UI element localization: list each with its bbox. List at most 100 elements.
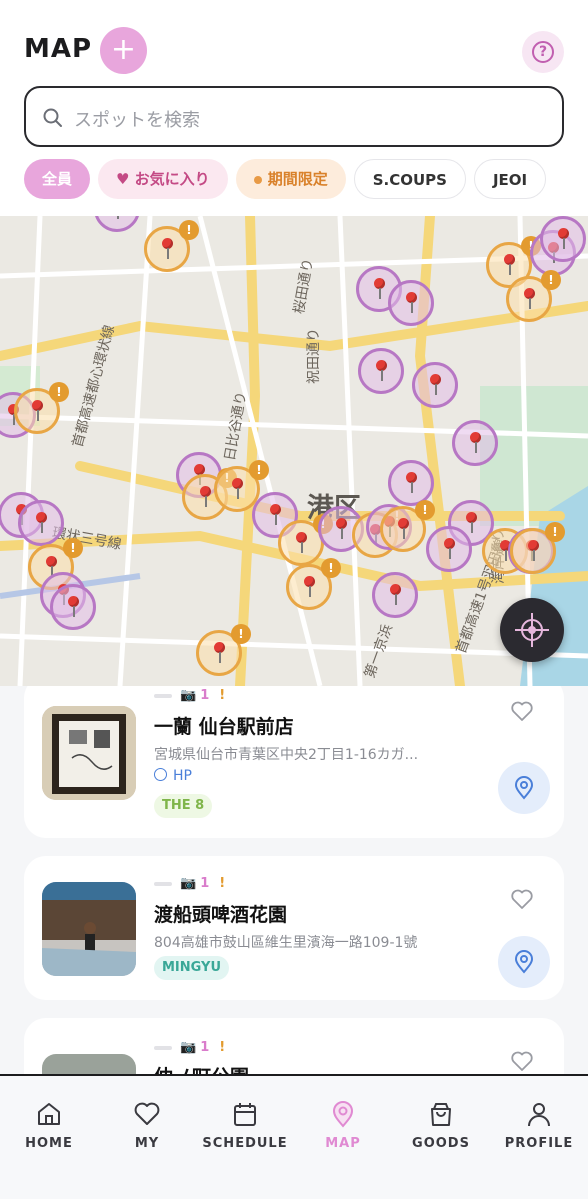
search-placeholder: スポットを検索 bbox=[74, 110, 200, 131]
map-spot-pin[interactable] bbox=[452, 420, 498, 466]
map-spot-pin[interactable] bbox=[18, 500, 64, 546]
warning-icon: ! bbox=[321, 558, 341, 578]
spot-name: 一蘭 仙台駅前店 bbox=[154, 716, 294, 738]
spot-list: 📷 1! 一蘭 仙台駅前店 宮城県仙台市青葉区中央2丁目1-16カガ... HP … bbox=[0, 686, 588, 1074]
warning-icon: ! bbox=[231, 624, 251, 644]
map-pin-icon bbox=[332, 1101, 354, 1128]
map-spot-pin[interactable]: ! bbox=[196, 624, 251, 676]
nav-home[interactable]: HOME bbox=[0, 1076, 98, 1176]
question-icon: ? bbox=[532, 41, 554, 63]
spot-name: 仲ノ町公園 bbox=[154, 1062, 249, 1074]
spot-thumbnail bbox=[42, 1054, 136, 1074]
person-icon bbox=[528, 1103, 550, 1127]
nav-schedule[interactable]: SCHEDULE bbox=[196, 1076, 294, 1176]
home-icon bbox=[38, 1103, 60, 1125]
divider bbox=[154, 693, 172, 698]
map-spot-pin[interactable] bbox=[50, 584, 96, 630]
member-tag: MINGYU bbox=[154, 956, 230, 980]
map-spot-pin[interactable]: ! bbox=[286, 558, 341, 610]
map-road-label: 祝田通り bbox=[306, 328, 322, 384]
spot-thumbnail bbox=[42, 706, 136, 800]
member-tag: THE 8 bbox=[154, 794, 213, 818]
warning-icon: ! bbox=[49, 382, 69, 402]
spot-address: 宮城県仙台市青葉区中央2丁目1-16カガ... bbox=[154, 747, 419, 763]
divider bbox=[154, 881, 172, 886]
filter-chip-label: お気に入り bbox=[134, 170, 210, 188]
map-spot-pin[interactable]: ! bbox=[380, 500, 435, 552]
spot-name: 渡船頭啤酒花園 bbox=[154, 904, 288, 926]
favorite-heart-icon[interactable] bbox=[510, 700, 534, 722]
spot-hp-link[interactable]: HP bbox=[154, 768, 192, 784]
filter-chip-jeoi[interactable]: JEOI bbox=[473, 159, 547, 199]
nav-profile[interactable]: PROFILE bbox=[490, 1076, 588, 1176]
map-spot-pin[interactable] bbox=[540, 216, 586, 262]
photo-count: 1 bbox=[200, 688, 210, 703]
dot-icon bbox=[253, 175, 262, 184]
help-button[interactable]: ? bbox=[522, 31, 564, 73]
favorite-heart-icon[interactable] bbox=[510, 888, 534, 910]
map-spot-pin[interactable]: ! bbox=[506, 270, 561, 322]
filter-chips: 全員 ♥ お気に入り 期間限定 S.COUPS JEOI bbox=[24, 159, 588, 199]
photo-count: 1 bbox=[200, 1040, 210, 1055]
spot-meta: 📷 1! bbox=[154, 876, 225, 894]
page-title: MAP bbox=[24, 34, 93, 64]
filter-chip-label: 期間限定 bbox=[267, 170, 328, 188]
calendar-icon bbox=[234, 1103, 256, 1126]
search-icon bbox=[43, 108, 62, 127]
camera-icon: 📷 bbox=[180, 1040, 197, 1055]
globe-icon bbox=[154, 768, 167, 781]
nav-map[interactable]: MAP bbox=[294, 1076, 392, 1176]
map-pin-icon bbox=[514, 950, 534, 974]
heart-icon: ♥ bbox=[116, 170, 135, 188]
map-view[interactable]: 桜田通り 首都高速都心環状線 祝田通り 日比谷通り 環状三号線 第一京浜 首都高… bbox=[0, 216, 588, 686]
nav-my[interactable]: MY bbox=[98, 1076, 196, 1176]
map-spot-pin[interactable] bbox=[388, 280, 434, 326]
warning-icon: ! bbox=[63, 538, 83, 558]
filter-chip-all[interactable]: 全員 bbox=[24, 159, 90, 199]
spot-thumbnail bbox=[42, 882, 136, 976]
bottom-nav: HOME MY SCHEDULE MAP GOODS PROFILE bbox=[0, 1074, 588, 1199]
heart-icon bbox=[134, 1102, 160, 1125]
nav-label: HOME bbox=[25, 1136, 73, 1151]
warning-icon: ! bbox=[415, 500, 435, 520]
bag-icon bbox=[431, 1103, 451, 1126]
map-spot-pin[interactable] bbox=[412, 362, 458, 408]
divider bbox=[154, 1045, 172, 1050]
nav-label: SCHEDULE bbox=[202, 1136, 288, 1151]
spot-meta: 📷 1! bbox=[154, 688, 225, 706]
hp-label: HP bbox=[173, 768, 192, 784]
map-pin-icon bbox=[514, 776, 534, 800]
filter-chip-favorites[interactable]: ♥ お気に入り bbox=[98, 159, 228, 199]
warning-icon: ! bbox=[545, 522, 565, 542]
spot-address: 804高雄市鼓山區維生里濱海一路109-1號 bbox=[154, 935, 418, 951]
spot-card[interactable]: 📷1! 仲ノ町公園 bbox=[24, 1018, 564, 1074]
filter-chip-limited[interactable]: 期間限定 bbox=[235, 159, 346, 199]
nav-label: GOODS bbox=[412, 1136, 470, 1151]
map-spot-pin[interactable]: ! bbox=[144, 220, 199, 272]
search-input[interactable]: スポットを検索 bbox=[24, 86, 564, 147]
spot-card[interactable]: 📷 1! 一蘭 仙台駅前店 宮城県仙台市青葉区中央2丁目1-16カガ... HP … bbox=[24, 686, 564, 838]
spot-card[interactable]: 📷 1! 渡船頭啤酒花園 804高雄市鼓山區維生里濱海一路109-1號 MINGY… bbox=[24, 856, 564, 1000]
photo-count: 1 bbox=[200, 876, 210, 891]
warning-icon: ! bbox=[541, 270, 561, 290]
nav-goods[interactable]: GOODS bbox=[392, 1076, 490, 1176]
nav-label: MAP bbox=[325, 1136, 361, 1151]
alert-icon: ! bbox=[219, 688, 226, 703]
show-on-map-button[interactable] bbox=[498, 936, 550, 988]
favorite-heart-icon[interactable] bbox=[510, 1050, 534, 1072]
locate-me-button[interactable] bbox=[500, 598, 564, 662]
warning-icon: ! bbox=[249, 460, 269, 480]
show-on-map-button[interactable] bbox=[498, 762, 550, 814]
map-spot-pin[interactable]: ! bbox=[14, 382, 69, 434]
nav-label: MY bbox=[134, 1136, 160, 1151]
warning-icon: ! bbox=[179, 220, 199, 240]
map-spot-pin[interactable] bbox=[426, 526, 472, 572]
add-spot-button[interactable]: + bbox=[100, 27, 147, 74]
map-spot-pin[interactable] bbox=[372, 572, 418, 618]
map-spot-pin[interactable] bbox=[388, 460, 434, 506]
map-spot-pin[interactable]: ! bbox=[510, 522, 565, 574]
map-spot-pin[interactable] bbox=[358, 348, 404, 394]
filter-chip-scoups[interactable]: S.COUPS bbox=[353, 159, 466, 199]
header: MAP + ? スポットを検索 全員 ♥ お気に入り 期間限定 S.COUPS JEOI bbox=[0, 0, 588, 216]
alert-icon: ! bbox=[219, 876, 226, 891]
